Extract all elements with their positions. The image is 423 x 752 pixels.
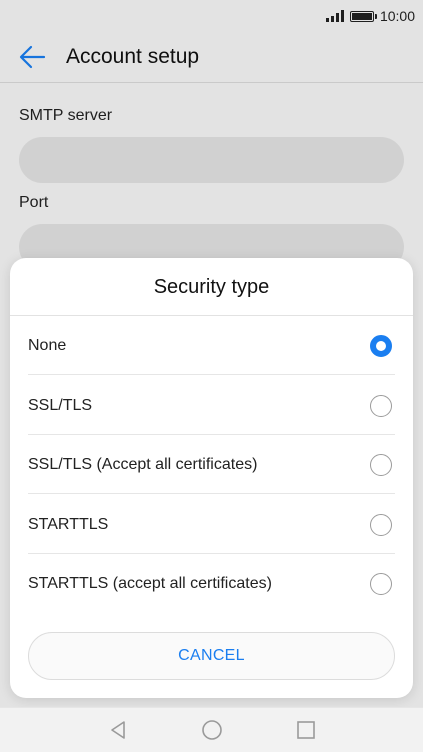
option-label: STARTTLS bbox=[28, 515, 109, 533]
back-triangle-icon[interactable] bbox=[106, 718, 130, 742]
option-label: SSL/TLS (Accept all certificates) bbox=[28, 455, 258, 473]
option-label: SSL/TLS bbox=[28, 396, 93, 414]
home-circle-icon[interactable] bbox=[200, 718, 224, 742]
screen: 10:00 Account setup SMTP server Port Sec… bbox=[0, 0, 423, 752]
navigation-bar bbox=[0, 707, 423, 752]
security-type-dialog: Security type None SSL/TLS SSL/TLS (Acce… bbox=[10, 258, 413, 698]
option-label: None bbox=[28, 336, 67, 354]
dialog-title: Security type bbox=[153, 276, 270, 298]
radio-unselected-icon[interactable] bbox=[370, 513, 392, 536]
radio-unselected-icon[interactable] bbox=[370, 572, 392, 595]
radio-unselected-icon[interactable] bbox=[370, 453, 392, 476]
option-none[interactable]: None bbox=[10, 316, 413, 375]
option-starttls-accept-all[interactable]: STARTTLS (accept all certificates) bbox=[10, 554, 413, 613]
option-ssl-tls[interactable]: SSL/TLS bbox=[10, 376, 413, 435]
option-starttls[interactable]: STARTTLS bbox=[10, 495, 413, 554]
radio-unselected-icon[interactable] bbox=[370, 394, 392, 417]
radio-selected-icon[interactable] bbox=[370, 334, 392, 357]
option-label: STARTTLS (accept all certificates) bbox=[28, 574, 272, 592]
divider bbox=[28, 493, 395, 494]
recents-square-icon[interactable] bbox=[294, 718, 318, 742]
option-ssl-tls-accept-all[interactable]: SSL/TLS (Accept all certificates) bbox=[10, 435, 413, 494]
divider bbox=[28, 374, 395, 375]
cancel-button[interactable]: CANCEL bbox=[28, 632, 395, 680]
